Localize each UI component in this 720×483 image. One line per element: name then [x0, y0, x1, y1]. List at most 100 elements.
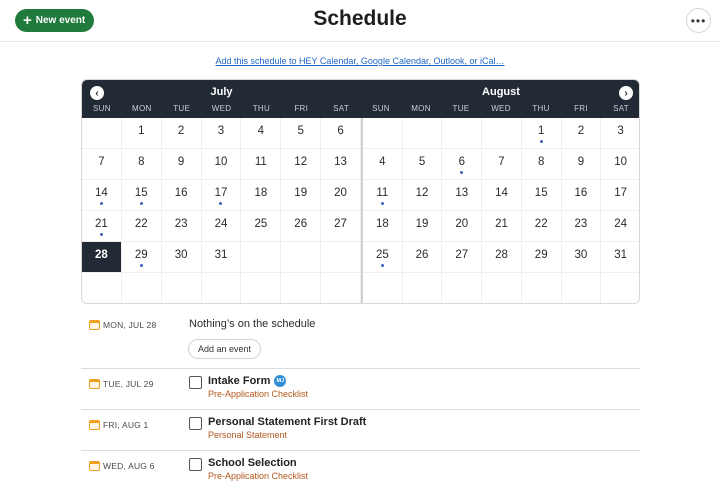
calendar-day[interactable]: 24 [601, 211, 639, 242]
calendar-day[interactable]: 23 [161, 211, 202, 242]
calendar-day[interactable]: 6 [321, 118, 361, 149]
calendar-day[interactable]: 19 [402, 211, 443, 242]
calendar-day[interactable]: 11 [241, 149, 282, 180]
calendar-day[interactable]: 12 [402, 180, 443, 211]
calendar-day[interactable]: 20 [321, 180, 361, 211]
day-number: 19 [415, 218, 429, 230]
calendar-day[interactable]: 17 [601, 180, 639, 211]
calendar-day[interactable]: 3 [601, 118, 639, 149]
calendar-day[interactable]: 27 [442, 242, 483, 273]
calendar-day[interactable]: 30 [561, 242, 602, 273]
calendar-day[interactable]: 23 [561, 211, 602, 242]
calendar-day[interactable]: 16 [561, 180, 602, 211]
calendar-empty-cell [442, 273, 483, 303]
event-list-link[interactable]: Pre-Application Checklist [208, 471, 308, 481]
event-title[interactable]: Personal Statement First Draft [208, 416, 366, 428]
todo-checkbox[interactable] [189, 376, 202, 389]
next-month-button[interactable]: › [619, 86, 633, 100]
day-number: 30 [574, 249, 588, 261]
event-title-row[interactable]: Personal Statement First Draft [208, 416, 366, 428]
calendar-day[interactable]: 31 [201, 242, 242, 273]
event-title[interactable]: School Selection [208, 457, 297, 469]
todo-checkbox[interactable] [189, 417, 202, 430]
calendar-day[interactable]: 9 [161, 149, 202, 180]
event-title-row[interactable]: Intake Form MJ [208, 375, 287, 387]
calendar-day[interactable]: 11 [363, 180, 403, 211]
calendar-day[interactable]: 1 [121, 118, 162, 149]
calendar-empty-cell [601, 273, 639, 303]
calendar-day[interactable]: 17 [201, 180, 242, 211]
calendar-day[interactable]: 5 [281, 118, 322, 149]
event-dot [380, 264, 384, 267]
calendar-day[interactable]: 15 [121, 180, 162, 211]
calendar-empty-cell [241, 273, 282, 303]
calendar-day[interactable]: 4 [241, 118, 282, 149]
day-number: 30 [174, 249, 188, 261]
calendar-day[interactable]: 14 [82, 180, 122, 211]
calendar-day[interactable]: 29 [521, 242, 562, 273]
calendar-day[interactable]: 24 [201, 211, 242, 242]
calendar-empty-cell [402, 118, 443, 149]
calendar-day[interactable]: 30 [161, 242, 202, 273]
event-list-link[interactable]: Pre-Application Checklist [208, 389, 308, 399]
event-list-link[interactable]: Personal Statement [208, 430, 287, 440]
day-number: 6 [337, 125, 344, 137]
add-event-button[interactable]: Add an event [188, 339, 262, 359]
agenda-date-text: WED, AUG 6 [103, 461, 155, 471]
calendar-day[interactable]: 10 [601, 149, 639, 180]
calendar-day[interactable]: 12 [281, 149, 322, 180]
weekday-row: SUN MON TUE WED THU FRI SAT [82, 104, 361, 116]
event-title-row[interactable]: School Selection [208, 457, 297, 469]
calendar-day[interactable]: 8 [121, 149, 162, 180]
event-title[interactable]: Intake Form [208, 375, 270, 387]
calendar-day[interactable]: 13 [442, 180, 483, 211]
calendar-day[interactable]: 7 [82, 149, 122, 180]
calendar-day[interactable]: 14 [482, 180, 522, 211]
calendar-day[interactable]: 31 [601, 242, 639, 273]
calendar-day[interactable]: 29 [121, 242, 162, 273]
weekday-label: MON [411, 104, 431, 113]
calendar-day[interactable]: 28 [482, 242, 522, 273]
calendar-day[interactable]: 7 [482, 149, 522, 180]
calendar-day-selected[interactable]: 28 [82, 242, 122, 273]
calendar-day[interactable]: 25 [363, 242, 403, 273]
calendar-day[interactable]: 21 [82, 211, 122, 242]
calendar-day[interactable]: 9 [561, 149, 602, 180]
todo-checkbox[interactable] [189, 458, 202, 471]
calendar-day[interactable]: 26 [402, 242, 443, 273]
calendar-day[interactable]: 26 [281, 211, 322, 242]
calendar-day[interactable]: 2 [561, 118, 602, 149]
calendar-day[interactable]: 4 [363, 149, 403, 180]
calendar-day[interactable]: 16 [161, 180, 202, 211]
calendar-day[interactable]: 10 [201, 149, 242, 180]
day-number: 31 [614, 249, 628, 261]
calendar-day[interactable]: 21 [482, 211, 522, 242]
add-to-calendar-link[interactable]: Add this schedule to HEY Calendar, Googl… [0, 56, 720, 66]
calendar-day[interactable]: 18 [363, 211, 403, 242]
calendar-day[interactable]: 6 [442, 149, 483, 180]
calendar-day[interactable]: 18 [241, 180, 282, 211]
calendar-day[interactable]: 22 [121, 211, 162, 242]
event-dot [99, 233, 103, 236]
calendar-empty-cell [202, 273, 242, 303]
weekday-label: WED [491, 104, 511, 113]
month-grid-july: 1 2 3 4 5 6 7 8 9 10 11 12 13 14 15 16 17 18 19 20 21 22 23 24 2… [82, 118, 361, 303]
calendar-day[interactable]: 1 [521, 118, 562, 149]
day-number: 18 [254, 187, 268, 199]
day-number: 4 [379, 156, 386, 168]
more-options-button[interactable]: ••• [686, 8, 711, 33]
calendar-day[interactable]: 8 [521, 149, 562, 180]
calendar-day[interactable]: 15 [521, 180, 562, 211]
calendar-day[interactable]: 25 [241, 211, 282, 242]
calendar-day[interactable]: 22 [521, 211, 562, 242]
calendar-day[interactable]: 3 [201, 118, 242, 149]
calendar-day[interactable]: 5 [402, 149, 443, 180]
calendar-day[interactable]: 13 [321, 149, 361, 180]
calendar-day[interactable]: 20 [442, 211, 483, 242]
calendar-day[interactable]: 27 [321, 211, 361, 242]
day-number: 23 [174, 218, 188, 230]
calendar-day[interactable]: 19 [281, 180, 322, 211]
calendar-header: ‹ July SUN MON TUE WED THU FRI SAT Augus… [82, 80, 639, 118]
weekday-row: SUN MON TUE WED THU FRI SAT [361, 104, 639, 116]
calendar-day[interactable]: 2 [161, 118, 202, 149]
